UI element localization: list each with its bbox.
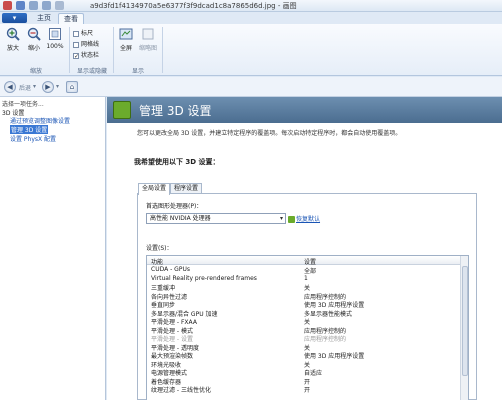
thumbnail-button[interactable]: 缩略图 <box>137 27 159 52</box>
column-setting[interactable]: 设置 <box>304 257 316 266</box>
preferred-gpu-label: 首选图形处理器(P)： <box>146 203 203 210</box>
paint-app-icon[interactable] <box>3 1 12 10</box>
row-setting: 1 <box>304 274 308 282</box>
zoom-group-label: 缩放 <box>29 68 42 75</box>
zoom-100-label: 100% <box>46 43 64 50</box>
page-description: 您可以更改全局 3D 设置，并建立特定程序的覆盖项。每次启动特定程序时，都会自动… <box>137 130 402 137</box>
forward-dropdown-icon[interactable]: ▾ <box>56 83 59 90</box>
tab-global-settings[interactable]: 全局设置 <box>138 183 171 195</box>
undo-icon[interactable] <box>29 1 38 10</box>
preferred-gpu-select[interactable]: 高性能 NVIDIA 处理器 ▾ <box>146 213 286 224</box>
tree-item-physx[interactable]: 设置 PhysX 配置 <box>10 134 56 143</box>
statusbar-label: 状态栏 <box>81 52 100 59</box>
fullscreen-button[interactable]: 全屏 <box>116 27 136 52</box>
table-row[interactable]: 平滑处理 - 设置 应用程序控制的 <box>147 334 461 343</box>
table-row[interactable]: 平滑处理 - 透明度关 <box>147 343 461 352</box>
table-row[interactable]: 平滑处理 - FXAA 关 <box>147 317 461 326</box>
home-icon[interactable]: ⌂ <box>66 81 78 93</box>
column-feature[interactable]: 功能 <box>151 257 163 266</box>
main-pane: 管理 3D 设置 您可以更改全局 3D 设置，并建立特定程序的覆盖项。每次启动特… <box>107 97 502 400</box>
zoom-in-label: 放大 <box>6 45 19 52</box>
fullscreen-icon <box>119 27 133 41</box>
back-dropdown-icon[interactable]: ▾ <box>33 83 36 90</box>
table-row[interactable]: 纹理过滤 - 三线性优化 开 <box>147 385 461 394</box>
group-separator <box>69 27 70 73</box>
save-icon[interactable] <box>16 1 25 10</box>
back-label[interactable]: 后退 <box>19 83 31 92</box>
table-row[interactable]: 平滑处理 - 模式 应用程序控制的 <box>147 326 461 335</box>
zoom-in-button[interactable]: 放大 <box>4 27 22 52</box>
thumbnail-icon <box>141 27 155 41</box>
restore-defaults-link[interactable]: 恢复默认 <box>288 214 320 223</box>
row-setting: 开 <box>304 387 311 394</box>
redo-icon[interactable] <box>42 1 51 10</box>
table-row[interactable]: 多显示器/混合 GPU 加速 多显示器性能模式 <box>147 309 461 318</box>
zoom-100-button[interactable]: 100% <box>46 27 64 50</box>
ruler-checkbox[interactable]: 标尺 <box>73 28 93 37</box>
global-settings-panel: 首选图形处理器(P)： 高性能 NVIDIA 处理器 ▾ 恢复默认 设置(S)：… <box>137 193 477 400</box>
restore-label: 恢复默认 <box>296 216 321 223</box>
forward-arrow-icon[interactable]: ▶ <box>42 81 54 93</box>
thumbnail-label: 缩略图 <box>138 45 157 52</box>
table-row[interactable]: Virtual Reality pre-rendered frames 1 <box>147 275 461 284</box>
ribbon-tabs: ▾ 主页 查看 <box>0 12 502 24</box>
page-header: 管理 3D 设置 <box>107 97 502 123</box>
page-title: 管理 3D 设置 <box>139 104 212 118</box>
table-row[interactable]: 着色缓存器开 <box>147 377 461 386</box>
settings-grid: 功能 设置 CUDA - GPUs 全部 Virtual Reality pre-r… <box>146 255 469 400</box>
back-arrow-icon[interactable]: ◀ <box>4 81 16 93</box>
group-separator <box>162 27 163 73</box>
row-feature: 纹理过滤 - 三线性优化 <box>151 387 211 394</box>
task-tree: 选择一项任务... 3D 设置 通过预览调整图像设置 管理 3D 设置 设置 P… <box>0 97 106 400</box>
nvidia-3d-icon <box>113 101 131 119</box>
title-bar: a9d3fd1f4134970a5e6377f3f9dcad1c8a7865d6… <box>0 0 502 12</box>
gridlines-check-box <box>73 41 79 48</box>
fullscreen-label: 全屏 <box>119 45 132 52</box>
tree-item-image-preview[interactable]: 通过预览调整图像设置 <box>10 116 70 125</box>
zoom-in-icon <box>6 27 20 41</box>
chevron-down-icon: ▾ <box>279 215 283 222</box>
section-title: 我希望使用以下 3D 设置： <box>134 158 220 166</box>
file-menu-button[interactable]: ▾ <box>2 13 27 23</box>
row-feature: Virtual Reality pre-rendered frames <box>151 274 257 282</box>
table-row[interactable]: 三重缓冲关 <box>147 283 461 292</box>
display-group-label: 显示 <box>131 68 144 75</box>
nav-bar: ◀ 后退 ▾ ▶ ▾ ⌂ <box>0 77 502 97</box>
gridlines-label: 网格线 <box>81 41 100 48</box>
table-row[interactable]: 电源管理模式 自适应 <box>147 368 461 377</box>
statusbar-check-box: ✓ <box>73 52 80 60</box>
table-row[interactable]: 各向异性过滤 应用程序控制的 <box>147 292 461 301</box>
ruler-label: 标尺 <box>81 30 94 37</box>
customize-quick-access-icon[interactable] <box>55 1 64 10</box>
ruler-check-box <box>73 30 79 37</box>
ribbon-view: 放大 缩小 100% 缩放 标尺 网格线 ✓ 状态栏 显示或隐藏 全屏 缩略图 显… <box>0 24 502 76</box>
actual-size-icon <box>48 27 62 41</box>
restore-icon <box>288 216 295 223</box>
table-row[interactable]: 垂直同步 使用 3D 应用程序设置 <box>147 300 461 309</box>
group-separator <box>113 27 114 73</box>
tree-item-manage-3d[interactable]: 管理 3D 设置 <box>10 125 49 134</box>
window-title: a9d3fd1f4134970a5e6377f3f9dcad1c8a7865d6… <box>90 2 297 10</box>
row-feature: CUDA - GPUs <box>151 266 190 273</box>
gridlines-checkbox[interactable]: 网格线 <box>73 39 99 48</box>
grid-header: 功能 设置 <box>147 256 461 266</box>
statusbar-checkbox[interactable]: ✓ 状态栏 <box>73 50 99 59</box>
zoom-out-icon <box>27 27 41 41</box>
table-row[interactable]: CUDA - GPUs 全部 <box>147 266 461 275</box>
scrollbar-thumb[interactable] <box>462 266 468 376</box>
show-hide-group-label: 显示或隐藏 <box>76 68 107 75</box>
tab-view[interactable]: 查看 <box>58 13 84 24</box>
zoom-out-label: 缩小 <box>27 45 40 52</box>
settings-label: 设置(S)： <box>146 245 173 252</box>
tab-home[interactable]: 主页 <box>32 13 56 24</box>
table-row[interactable]: 最大预渲染帧数 使用 3D 应用程序设置 <box>147 351 461 360</box>
tree-root: 选择一项任务... <box>2 101 44 108</box>
table-row[interactable]: 环境光吸收关 <box>147 360 461 369</box>
zoom-out-button[interactable]: 缩小 <box>25 27 43 52</box>
preferred-gpu-value: 高性能 NVIDIA 处理器 <box>150 215 211 222</box>
vertical-scrollbar[interactable] <box>460 256 468 400</box>
